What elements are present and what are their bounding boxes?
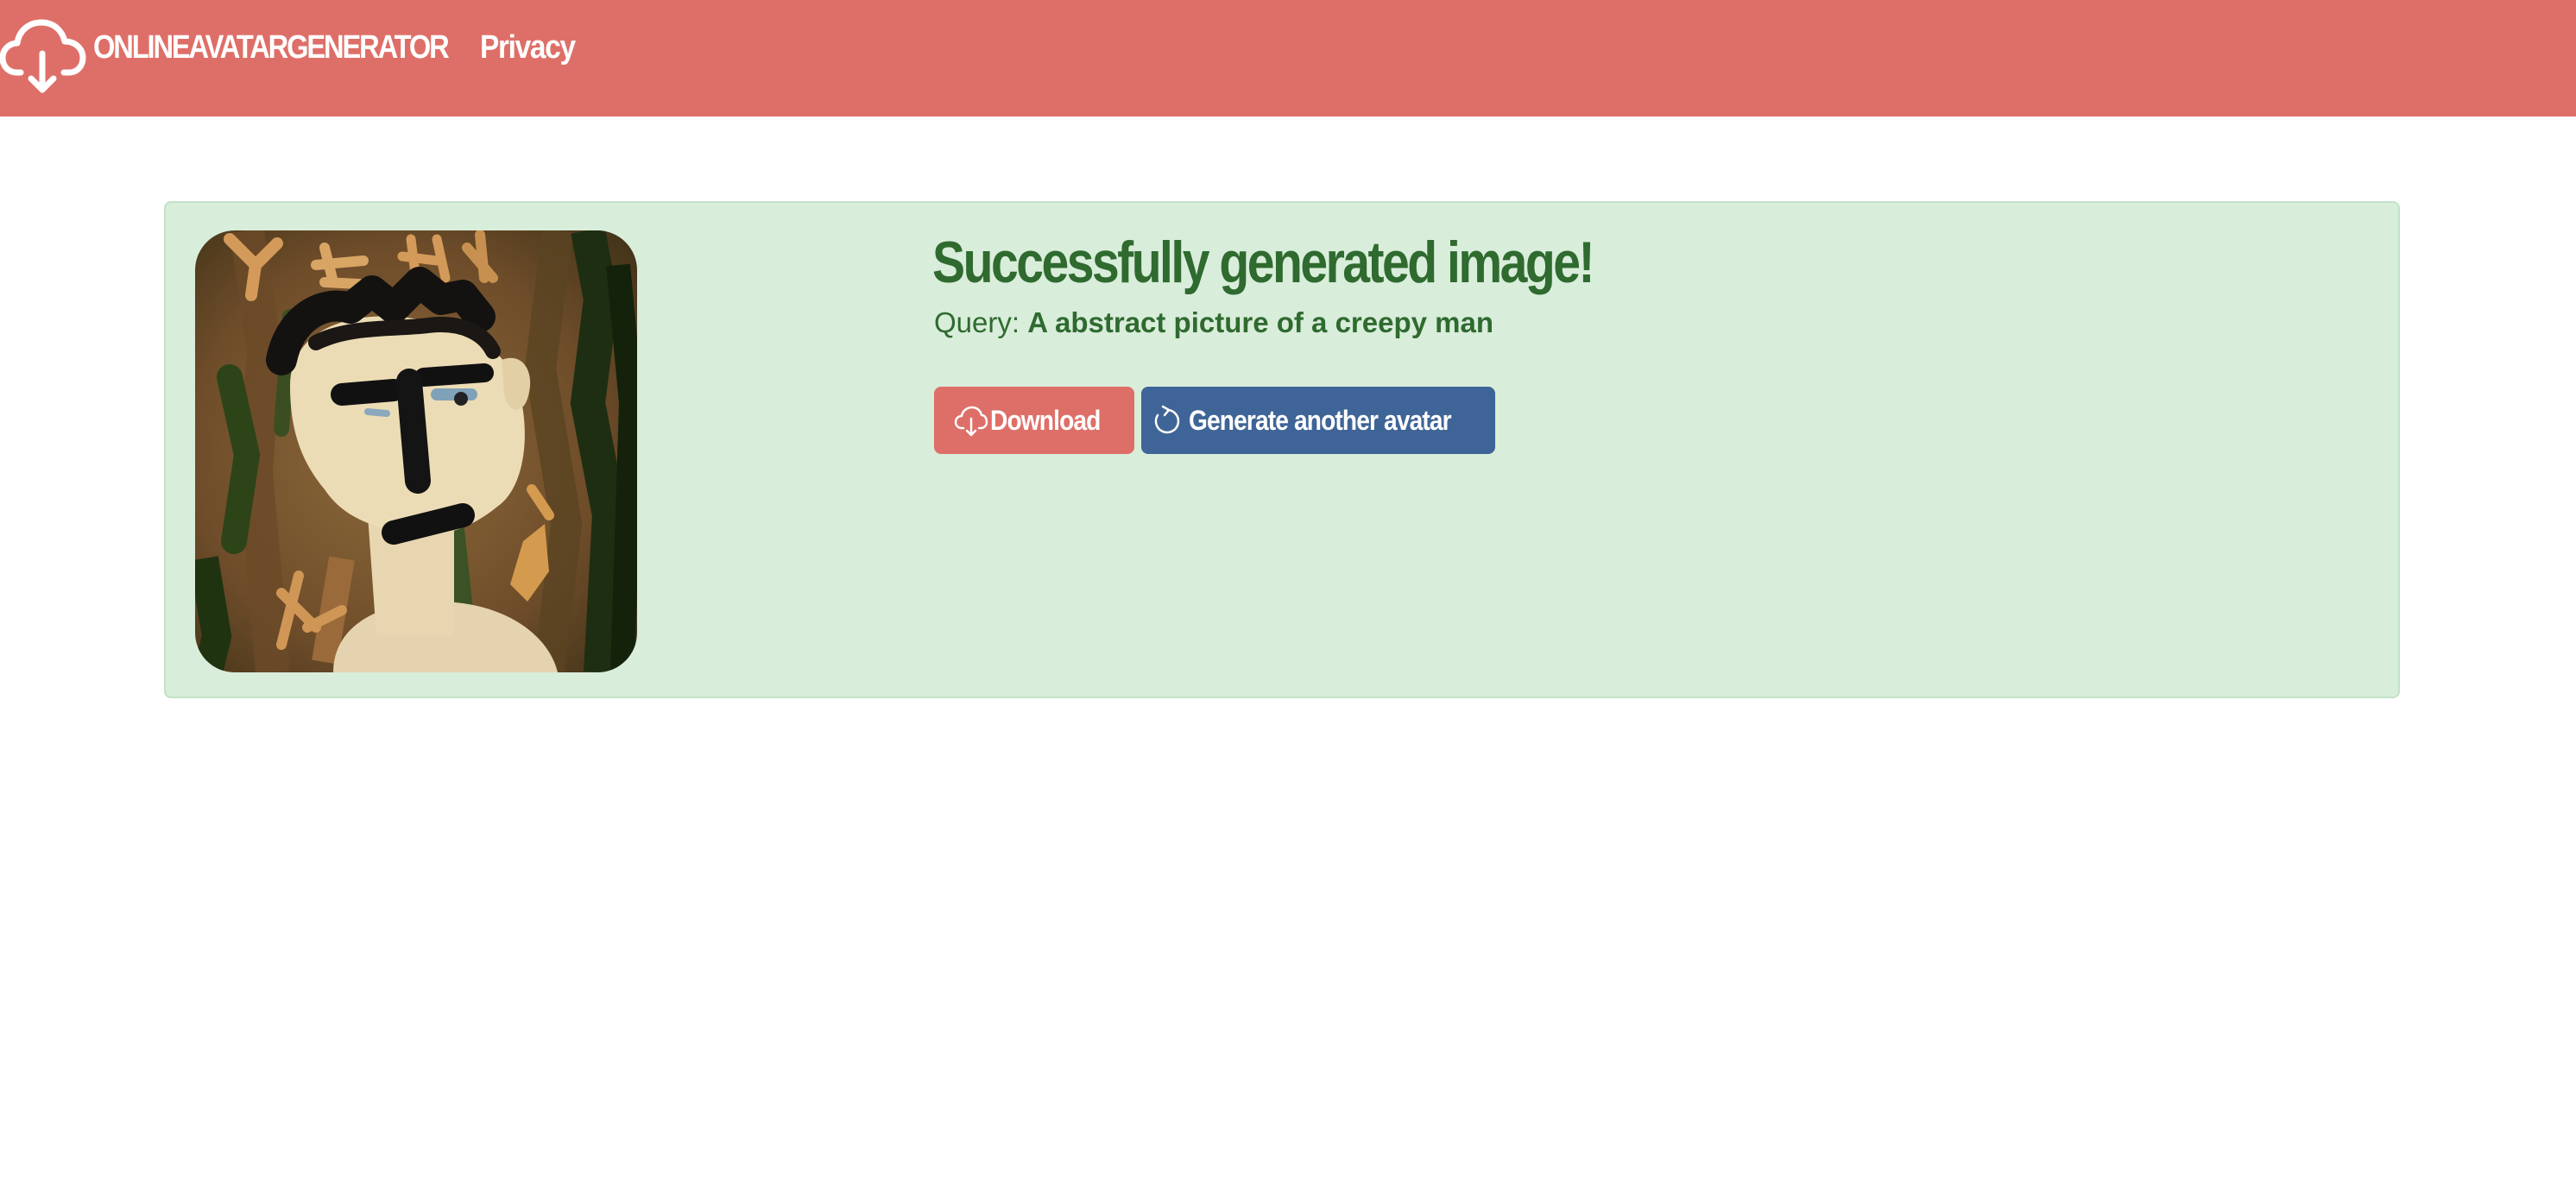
cloud-download-icon <box>0 19 86 93</box>
generate-another-button-label: Generate another avatar <box>1189 404 1452 436</box>
generated-avatar-image <box>195 230 637 672</box>
brand-link[interactable]: ONLINEAVATARGENERATOR <box>0 16 505 93</box>
refresh-icon <box>1155 405 1180 434</box>
query-value: A abstract picture of a creepy man <box>1027 306 1494 338</box>
download-button[interactable]: Download <box>934 387 1134 454</box>
query-line: Query: A abstract picture of a creepy ma… <box>934 306 1493 339</box>
nav-link-privacy[interactable]: Privacy <box>480 29 576 66</box>
query-label: Query: <box>934 306 1020 338</box>
result-title: Successfully generated image! <box>932 230 1595 295</box>
result-card: Successfully generated image! Query: A a… <box>164 201 2400 698</box>
cloud-download-icon <box>954 406 988 437</box>
top-navbar: ONLINEAVATARGENERATOR Privacy <box>0 0 2576 117</box>
generate-another-button[interactable]: Generate another avatar <box>1141 387 1495 454</box>
brand-text: ONLINEAVATARGENERATOR <box>93 28 450 66</box>
download-button-label: Download <box>989 404 1101 436</box>
